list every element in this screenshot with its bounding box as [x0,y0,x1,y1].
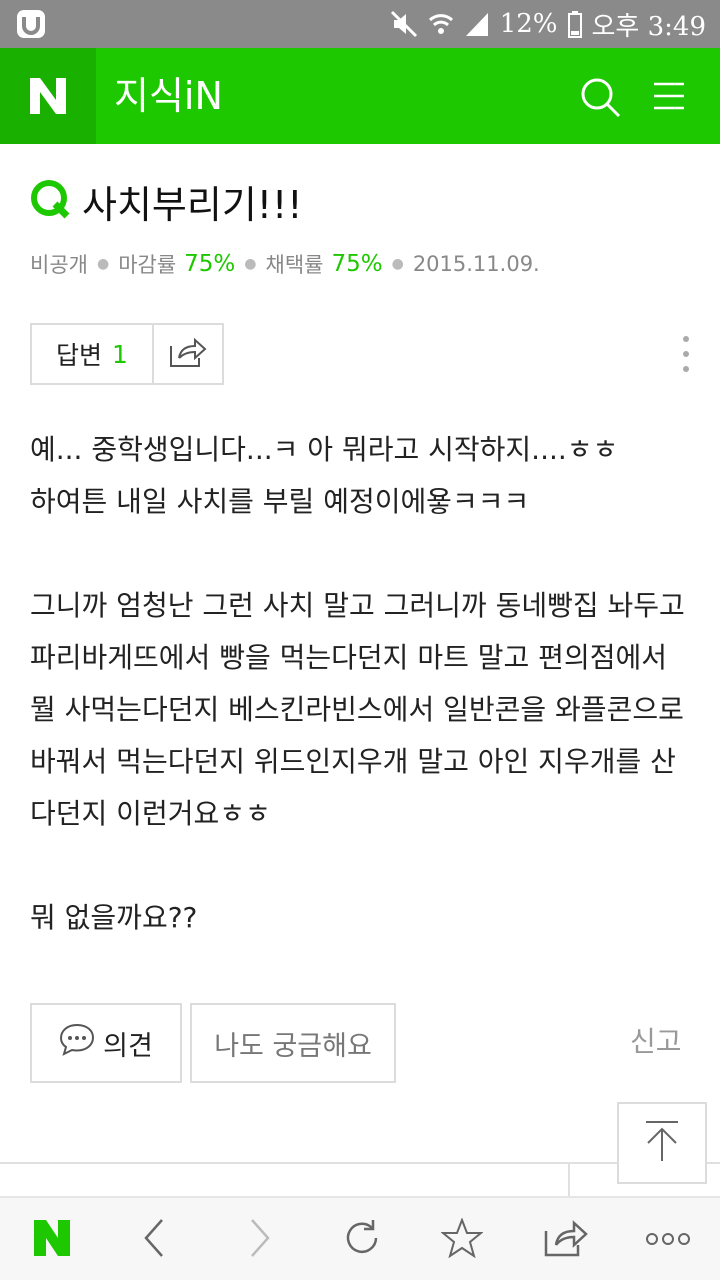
question-title-row: 사치부리기!!! [30,174,303,228]
battery-percent: 12% [499,9,558,39]
question-meta: 비공개 ● 마감률 75% ● 채택률 75% ● 2015.11.09. [30,246,540,282]
home-button[interactable] [22,1198,82,1282]
curious-label: 나도 궁금해요 [214,1030,372,1062]
separator: ● [391,256,404,272]
answer-label: 답변 [56,341,103,370]
opinion-button[interactable]: 의견 [30,1003,182,1083]
battery-icon [567,10,582,38]
browser-toolbar [0,1196,720,1280]
separator: ● [244,256,257,272]
share-button[interactable] [154,325,222,383]
app-header: 지식iN [0,48,720,144]
question-date: 2015.11.09. [412,252,540,276]
more-horizontal-icon [646,1231,690,1250]
answer-toolbar: 답변 1 [30,323,224,385]
mute-icon [390,10,418,38]
question-title: 사치부리기!!! [82,182,303,227]
naver-n-icon [32,1218,72,1262]
forward-button[interactable] [232,1198,288,1282]
separator: ● [96,256,110,272]
menu-icon[interactable] [650,78,688,114]
wifi-icon [428,10,454,38]
search-icon[interactable] [578,75,622,119]
question-badge-icon [30,179,70,223]
share-page-button[interactable] [536,1198,596,1282]
arrow-up-icon [642,1119,682,1167]
back-button[interactable] [126,1198,182,1282]
clock: 오후 3:49 [591,11,707,42]
adopt-rate: 75% [331,251,383,277]
more-options-icon[interactable] [680,335,692,375]
uplus-icon [16,9,46,39]
answer-count: 1 [112,339,128,369]
share-icon [544,1219,588,1261]
answer-count-button[interactable]: 답변 1 [32,325,154,383]
adopt-rate-label: 채택률 [265,253,324,277]
close-rate: 75% [184,251,236,277]
chevron-left-icon [142,1218,166,1262]
naver-logo[interactable] [0,48,96,144]
share-icon [169,336,207,372]
bookmark-button[interactable] [434,1198,490,1282]
reload-button[interactable] [334,1198,390,1282]
service-title[interactable]: 지식iN [114,48,223,144]
question-body: 예... 중학생입니다...ㅋ 아 뭐라고 시작하지....ㅎㅎ 하여튼 내일 … [30,433,685,934]
more-button[interactable] [640,1198,696,1282]
divider [0,1162,720,1164]
star-icon [440,1217,484,1262]
signal-icon [464,10,490,38]
author: 비공개 [30,253,88,277]
status-bar: 12% 오후 3:49 [0,0,720,48]
reload-icon [342,1218,382,1262]
curious-button[interactable]: 나도 궁금해요 [190,1003,396,1083]
report-button[interactable]: 신고 [630,1020,682,1060]
opinion-label: 의견 [103,1030,153,1062]
speech-bubble-icon [59,1022,95,1065]
close-rate-label: 마감률 [118,253,177,277]
divider [568,1162,570,1196]
chevron-right-icon [248,1218,272,1262]
scroll-to-top-button[interactable] [617,1102,707,1184]
